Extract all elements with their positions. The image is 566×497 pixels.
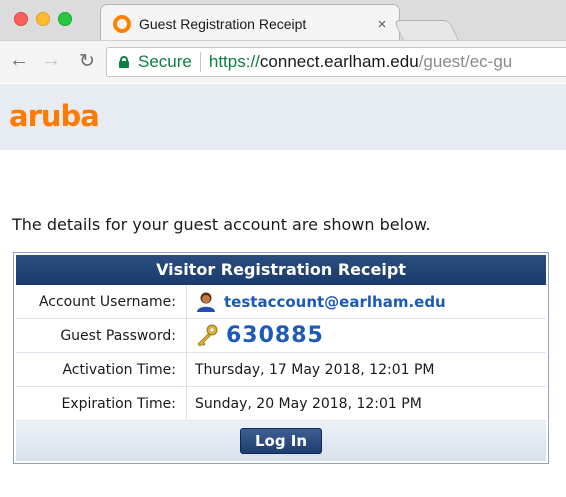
forward-arrow-icon[interactable]: → [40, 49, 62, 72]
reload-icon[interactable]: ↻ [76, 50, 98, 73]
table-row: Activation Time: Thursday, 17 May 2018, … [16, 353, 546, 387]
expiration-time-label: Expiration Time: [16, 387, 187, 420]
url-host: connect.earlham.edu [259, 52, 419, 71]
maximize-window-button[interactable] [58, 12, 72, 26]
site-header: aruba [0, 84, 566, 150]
activation-time-label: Activation Time: [16, 353, 187, 386]
browser-tab[interactable]: Guest Registration Receipt × [100, 4, 400, 40]
password-value: 630885 [226, 322, 324, 348]
tab-close-icon[interactable]: × [375, 16, 389, 33]
browser-toolbar: ← → ↻ Secure https:// connect.earlham.ed… [0, 40, 566, 83]
table-row: Expiration Time: Sunday, 20 May 2018, 12… [16, 387, 546, 421]
url-scheme: https:// [208, 52, 260, 71]
close-window-button[interactable] [14, 12, 28, 26]
key-icon [197, 324, 218, 347]
new-tab-button[interactable] [393, 20, 459, 40]
secure-label: Secure [138, 52, 192, 71]
username-label: Account Username: [16, 285, 187, 318]
table-row: Account Username: testaccount@earlham.ed… [16, 285, 546, 319]
address-separator [199, 52, 201, 72]
address-bar[interactable]: Secure https:// connect.earlham.edu /gue… [106, 47, 566, 77]
activation-time-value: Thursday, 17 May 2018, 12:01 PM [195, 361, 435, 378]
lock-icon [119, 56, 129, 68]
receipt-footer: Log In [16, 421, 546, 461]
receipt-table: Visitor Registration Receipt Account Use… [13, 252, 549, 464]
table-row: Guest Password: 630885 [16, 319, 546, 353]
expiration-time-value: Sunday, 20 May 2018, 12:01 PM [195, 395, 422, 412]
intro-text: The details for your guest account are s… [12, 215, 431, 234]
tab-title: Guest Registration Receipt [139, 16, 307, 32]
receipt-title: Visitor Registration Receipt [16, 255, 546, 285]
user-icon [197, 292, 215, 312]
browser-chrome: Guest Registration Receipt × ← → ↻ Secur… [0, 0, 566, 83]
username-value: testaccount@earlham.edu [224, 292, 446, 311]
aruba-logo: aruba [9, 99, 100, 133]
tab-bar: Guest Registration Receipt × [0, 0, 566, 40]
minimize-window-button[interactable] [36, 12, 50, 26]
log-in-button[interactable]: Log In [239, 428, 323, 454]
aruba-favicon-icon [113, 15, 131, 33]
back-arrow-icon[interactable]: ← [8, 49, 30, 72]
url-path: /guest/ec-gu [418, 52, 513, 71]
password-label: Guest Password: [16, 319, 187, 352]
